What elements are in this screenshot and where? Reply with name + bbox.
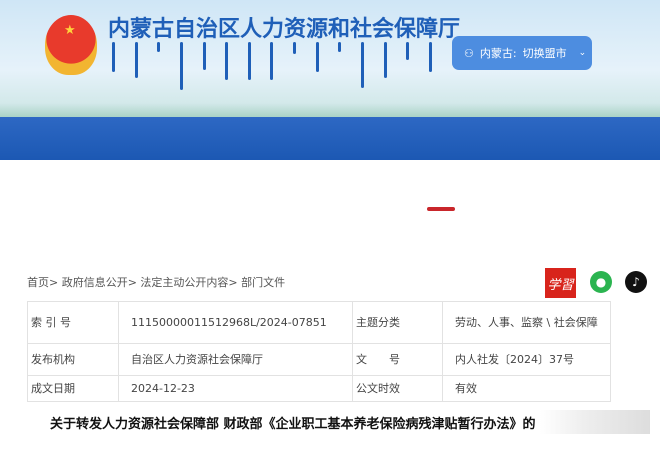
xuexi-icon[interactable]: 学習 (545, 268, 576, 298)
value: 有效 (442, 375, 611, 402)
label: 成文日期 (27, 375, 119, 402)
site-header: ★ 内蒙古自治区人力资源和社会保障厅 ⚇ 内蒙古: 切换盟市 ⌄ (0, 0, 660, 117)
city-switch-label: 切换盟市 (522, 47, 567, 60)
tiktok-icon[interactable]: ♪ (625, 271, 647, 293)
label: 主题分类 (352, 301, 443, 344)
nav-bar (0, 117, 660, 160)
value: 劳动、人事、监察 \ 社会保障 (442, 301, 611, 344)
site-title: 内蒙古自治区人力资源和社会保障厅 (108, 17, 461, 42)
chevron-down-icon: ⌄ (578, 48, 587, 58)
label: 发布机构 (27, 343, 119, 376)
label: 索 引 号 (27, 301, 119, 344)
mongolian-script-title (112, 42, 432, 92)
value: 自治区人力资源社会保障厅 (118, 343, 353, 376)
value: 内人社发〔2024〕37号 (442, 343, 611, 376)
national-emblem-logo: ★ (45, 15, 97, 75)
location-user-icon: ⚇ (464, 46, 474, 60)
table-row: 发布机构 自治区人力资源社会保障厅 文 号 内人社发〔2024〕37号 (27, 343, 611, 376)
document-title: 关于转发人力资源社会保障部 财政部《企业职工基本养老保险病残津贴暂行办法》的 (50, 417, 536, 432)
city-label: 内蒙古: (479, 47, 517, 60)
table-row: 成文日期 2024-12-23 公文时效 有效 (27, 375, 611, 402)
blurred-overlay (540, 410, 650, 434)
label: 文 号 (352, 343, 443, 376)
value: 2024-12-23 (118, 375, 353, 402)
city-switch-button[interactable]: ⚇ 内蒙古: 切换盟市 ⌄ (452, 36, 592, 70)
section-divider (427, 207, 455, 211)
wechat-icon[interactable]: ● (590, 271, 612, 293)
breadcrumb[interactable]: 首页> 政府信息公开> 法定主动公开内容> 部门文件 (27, 274, 285, 290)
value: 11150000011512968L/2024-07851 (118, 301, 353, 344)
table-row: 索 引 号 11150000011512968L/2024-07851 主题分类… (27, 301, 611, 344)
document-meta-table: 索 引 号 11150000011512968L/2024-07851 主题分类… (27, 301, 611, 402)
label: 公文时效 (352, 375, 443, 402)
